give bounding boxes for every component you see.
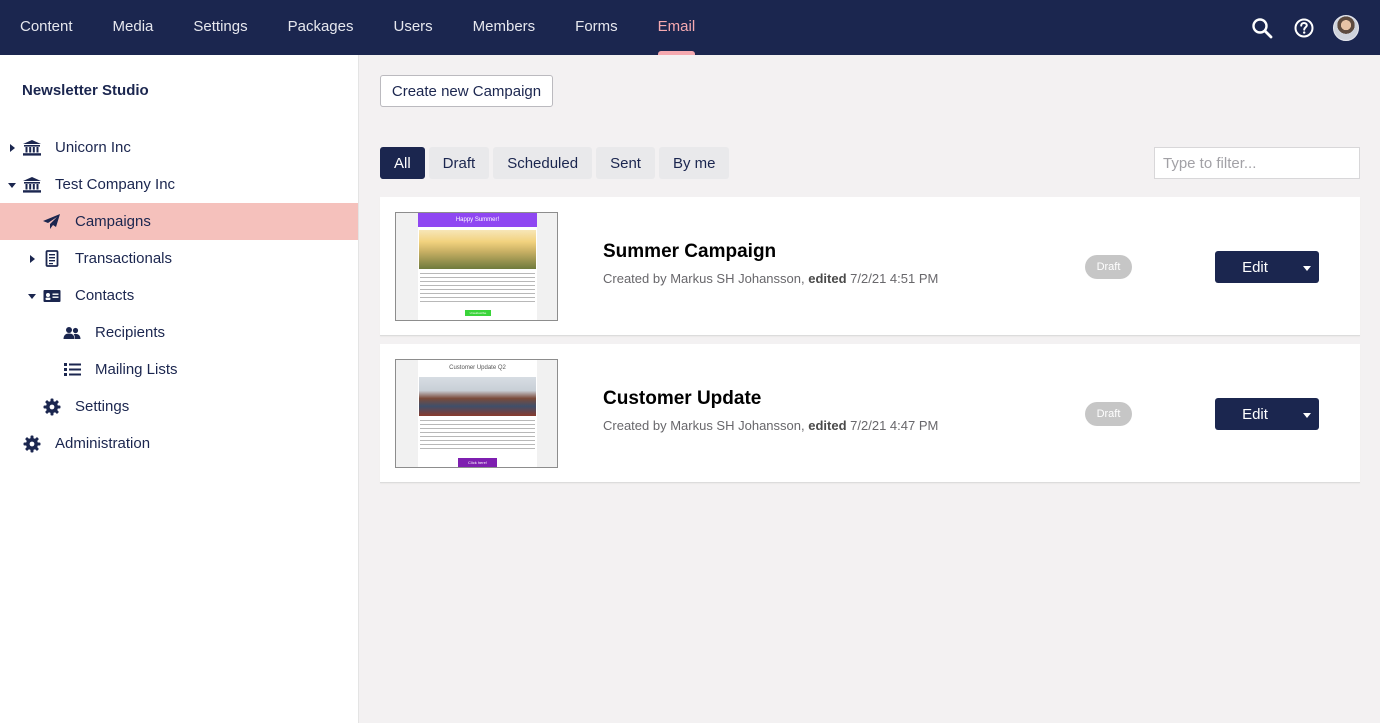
- tree-item-test-company-inc[interactable]: Test Company Inc: [0, 166, 358, 203]
- tree-item-unicorn-inc[interactable]: Unicorn Inc: [0, 129, 358, 166]
- help-icon[interactable]: [1290, 14, 1318, 42]
- institution-icon: [23, 176, 41, 194]
- status-filter-tabs: All Draft Scheduled Sent By me: [380, 147, 730, 179]
- status-badge: Draft: [1085, 402, 1132, 426]
- edited-at: 7/2/21 4:47 PM: [850, 418, 939, 433]
- contact-card-icon: [43, 287, 61, 305]
- nav-members[interactable]: Members: [453, 0, 556, 55]
- tree-item-label: Recipients: [95, 324, 166, 341]
- tree-item-transactionals[interactable]: Transactionals: [0, 240, 358, 277]
- create-campaign-button[interactable]: Create new Campaign: [380, 75, 553, 107]
- receipt-icon: [43, 250, 61, 268]
- nav-media[interactable]: Media: [93, 0, 174, 55]
- email-preview: Customer Update Q2 Click here!: [418, 360, 537, 467]
- edited-at: 7/2/21 4:51 PM: [850, 271, 939, 286]
- preview-header: Customer Update Q2: [449, 365, 506, 371]
- preview-text: [420, 273, 535, 303]
- gear-icon: [23, 435, 41, 453]
- user-avatar[interactable]: [1332, 14, 1360, 42]
- tree-item-label: Administration: [55, 435, 151, 452]
- caret-down-icon: [1303, 405, 1311, 423]
- nav-email[interactable]: Email: [638, 0, 716, 55]
- tree-item-contacts[interactable]: Contacts: [0, 277, 358, 314]
- top-navigation-bar: Content Media Settings Packages Users Me…: [0, 0, 1380, 55]
- tree-item-label: Campaigns: [75, 213, 151, 230]
- edited-label: edited: [808, 418, 847, 433]
- campaign-card: Happy Summer! Unsubscribe Summer Campaig…: [380, 197, 1360, 336]
- edit-button-group: Edit: [1215, 251, 1319, 283]
- edit-button[interactable]: Edit: [1215, 251, 1295, 283]
- avatar: [1333, 15, 1359, 41]
- nav-forms[interactable]: Forms: [555, 0, 638, 55]
- campaign-thumbnail[interactable]: Happy Summer! Unsubscribe: [395, 212, 558, 321]
- tree-item-label: Contacts: [75, 287, 135, 304]
- nav-settings[interactable]: Settings: [173, 0, 267, 55]
- preview-button: Unsubscribe: [465, 310, 491, 316]
- preview-header: Happy Summer!: [418, 213, 537, 227]
- users-icon: [63, 324, 81, 342]
- top-right-tools: [1248, 14, 1360, 42]
- preview-button: Click here!: [458, 458, 497, 467]
- campaign-name[interactable]: Summer Campaign: [603, 241, 776, 263]
- tree-item-label: Transactionals: [75, 250, 172, 267]
- tab-by-me[interactable]: By me: [658, 147, 730, 179]
- tab-scheduled[interactable]: Scheduled: [493, 147, 593, 179]
- tree-item-mailing-lists[interactable]: Mailing Lists: [0, 351, 358, 388]
- paper-plane-icon: [43, 213, 61, 231]
- preview-image: [419, 377, 536, 416]
- tab-all[interactable]: All: [380, 147, 425, 179]
- caret-right-icon[interactable]: [7, 143, 17, 153]
- sidebar-title: Newsletter Studio: [22, 82, 149, 99]
- tree-item-label: Test Company Inc: [55, 176, 176, 193]
- caret-down-icon[interactable]: [7, 180, 17, 190]
- nav-users[interactable]: Users: [373, 0, 452, 55]
- caret-right-icon[interactable]: [27, 254, 37, 264]
- tree-item-campaigns[interactable]: Campaigns: [0, 203, 358, 240]
- campaign-meta: Created by Markus SH Johansson, edited 7…: [603, 271, 938, 286]
- edited-label: edited: [808, 271, 847, 286]
- main-sections-nav: Content Media Settings Packages Users Me…: [0, 0, 715, 55]
- edit-options-dropdown[interactable]: [1295, 398, 1319, 430]
- gear-icon: [43, 398, 61, 416]
- created-by: Created by Markus SH Johansson,: [603, 271, 805, 286]
- campaign-name[interactable]: Customer Update: [603, 388, 761, 410]
- tab-draft[interactable]: Draft: [428, 147, 490, 179]
- preview-image: [419, 230, 536, 269]
- edit-button-group: Edit: [1215, 398, 1319, 430]
- caret-down-icon[interactable]: [27, 291, 37, 301]
- campaign-meta: Created by Markus SH Johansson, edited 7…: [603, 418, 938, 433]
- tab-sent[interactable]: Sent: [596, 147, 655, 179]
- caret-down-icon: [1303, 258, 1311, 276]
- campaign-card: Customer Update Q2 Click here! Customer …: [380, 344, 1360, 483]
- tree-item-label: Settings: [75, 398, 130, 415]
- list-icon: [63, 361, 81, 379]
- nav-content[interactable]: Content: [0, 0, 93, 55]
- edit-button[interactable]: Edit: [1215, 398, 1295, 430]
- created-by: Created by Markus SH Johansson,: [603, 418, 805, 433]
- sidebar: Newsletter Studio Unicorn Inc Test Compa…: [0, 55, 359, 723]
- preview-text: [420, 420, 535, 452]
- main-content: Create new Campaign All Draft Scheduled …: [360, 55, 1380, 723]
- tree-item-label: Unicorn Inc: [55, 139, 131, 156]
- institution-icon: [23, 139, 41, 157]
- tree-item-recipients[interactable]: Recipients: [0, 314, 358, 351]
- tree-item-settings[interactable]: Settings: [0, 388, 358, 425]
- campaign-thumbnail[interactable]: Customer Update Q2 Click here!: [395, 359, 558, 468]
- tree-item-administration[interactable]: Administration: [0, 425, 358, 462]
- status-badge: Draft: [1085, 255, 1132, 279]
- filter-input[interactable]: [1154, 147, 1360, 179]
- tree-item-label: Mailing Lists: [95, 361, 178, 378]
- nav-packages[interactable]: Packages: [268, 0, 374, 55]
- edit-options-dropdown[interactable]: [1295, 251, 1319, 283]
- search-icon[interactable]: [1248, 14, 1276, 42]
- email-preview: Happy Summer! Unsubscribe: [418, 213, 537, 320]
